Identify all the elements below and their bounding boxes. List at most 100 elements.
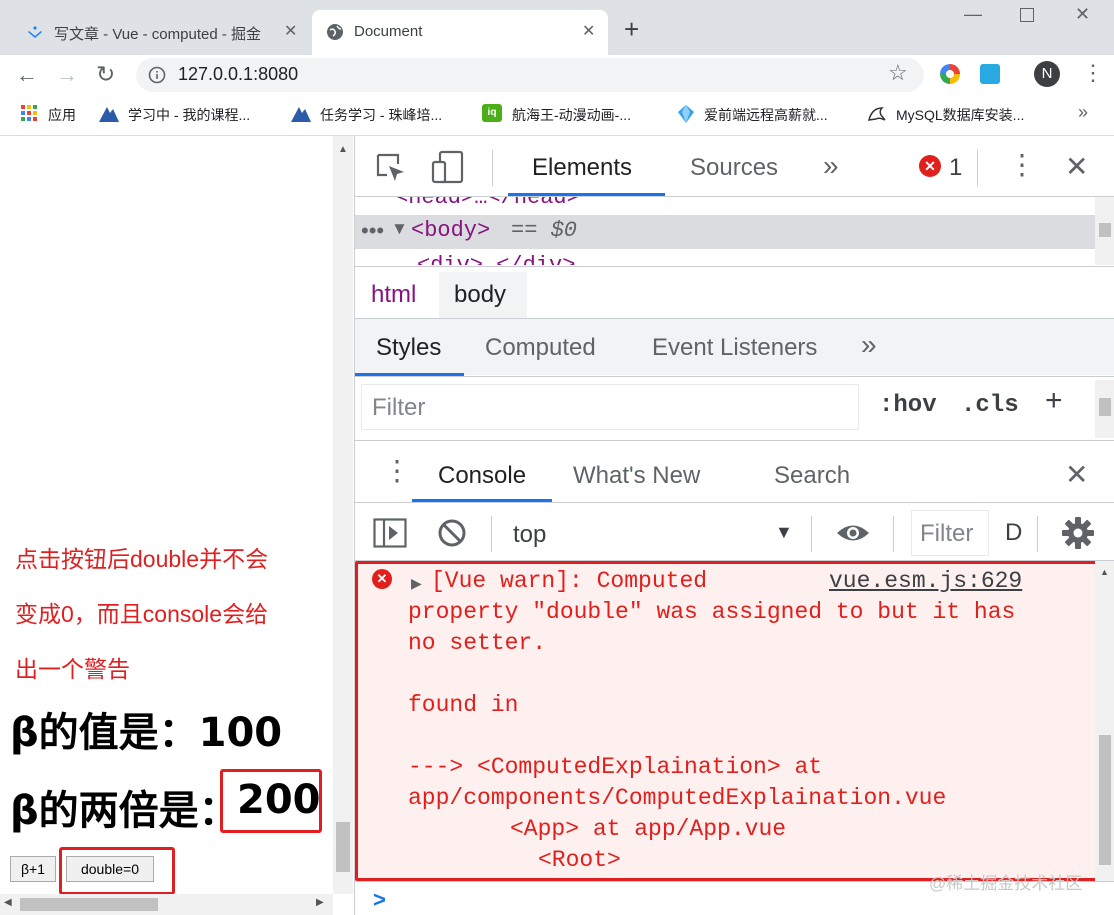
- back-icon[interactable]: ←: [16, 62, 38, 88]
- mountain-icon: [99, 107, 119, 122]
- new-style-rule-icon[interactable]: +: [1045, 384, 1063, 418]
- dom-tree: <head>…</head> ••• ▼ <body> == $0 <div>……: [355, 197, 1095, 265]
- expand-triangle-icon[interactable]: ▼: [391, 219, 408, 239]
- annotation-line-3: 出一个警告: [15, 656, 130, 682]
- console-filter-input[interactable]: Filter: [911, 510, 989, 556]
- console-trace-line: <App> at app/App.vue: [510, 816, 787, 842]
- tab-sources[interactable]: Sources: [690, 154, 778, 182]
- dropdown-arrow-icon: ▼: [775, 522, 793, 542]
- forward-icon[interactable]: →: [56, 62, 78, 88]
- console-message-line: no setter.: [408, 630, 547, 656]
- menu-icon[interactable]: ⋮: [1082, 60, 1104, 86]
- gear-icon[interactable]: [1061, 516, 1095, 550]
- maximize-button[interactable]: [1020, 8, 1034, 22]
- page-viewport: 点击按钮后double并不会 变成0，而且console会给 出一个警告 β的值…: [0, 136, 333, 895]
- source-link[interactable]: vue.esm.js:629: [829, 568, 1022, 594]
- reload-icon[interactable]: ↻: [96, 61, 115, 88]
- url-text[interactable]: 127.0.0.1:8080: [178, 64, 298, 85]
- console-trace-line: <Root>: [538, 847, 621, 873]
- error-icon[interactable]: ✕: [919, 155, 941, 177]
- tab-computed[interactable]: Computed: [485, 334, 596, 362]
- styles-filter-input[interactable]: Filter: [361, 384, 859, 430]
- mountain-icon: [291, 107, 311, 122]
- bookmark-item[interactable]: MySQL数据库安装...: [896, 105, 1024, 125]
- scroll-thumb[interactable]: [20, 898, 158, 911]
- annotation-line-1: 点击按钮后double并不会: [15, 546, 269, 572]
- window-close-button[interactable]: ✕: [1075, 4, 1090, 25]
- bookmark-item[interactable]: 航海王-动漫动画-...: [512, 105, 631, 125]
- watermark: @稀土掘金技术社区: [929, 874, 1083, 893]
- star-icon[interactable]: ☆: [888, 60, 908, 86]
- console-sidebar-icon[interactable]: [373, 518, 407, 548]
- tab-strip: 写文章 - Vue - computed - 掘金 ✕ Document ✕ +…: [0, 0, 1114, 55]
- close-icon[interactable]: ✕: [582, 21, 595, 41]
- close-icon[interactable]: ✕: [284, 21, 297, 41]
- devtools-menu-icon[interactable]: ⋮: [1008, 148, 1036, 181]
- dom-node-head[interactable]: <head>…</head>: [395, 197, 580, 210]
- more-tabs-icon[interactable]: »: [823, 150, 839, 182]
- beta-value-heading: β的值是：100: [10, 700, 282, 758]
- console-message-line: property "double" was assigned to but it…: [408, 599, 1016, 625]
- page-vertical-scrollbar[interactable]: ▲: [333, 136, 353, 894]
- console-trace-line: app/components/ComputedExplaination.vue: [408, 785, 947, 811]
- address-bar[interactable]: 127.0.0.1:8080 ☆: [136, 58, 924, 92]
- dom-scrollbar[interactable]: [1095, 197, 1114, 265]
- drawer-menu-icon[interactable]: ⋮: [383, 454, 411, 487]
- styles-scrollbar[interactable]: [1095, 380, 1114, 438]
- tab-document[interactable]: Document ✕: [312, 10, 608, 55]
- extension-window-icon[interactable]: [980, 64, 1000, 84]
- error-count[interactable]: 1: [949, 154, 962, 182]
- context-selector[interactable]: top ▼: [501, 514, 797, 554]
- double-value-highlight: 200: [220, 769, 322, 833]
- more-tabs-icon[interactable]: »: [861, 329, 877, 361]
- expand-triangle-icon[interactable]: ▶: [411, 575, 422, 592]
- tab-console[interactable]: Console: [438, 462, 526, 490]
- tab-juejin[interactable]: 写文章 - Vue - computed - 掘金 ✕: [8, 10, 308, 55]
- hov-toggle[interactable]: :hov: [879, 392, 937, 419]
- tab-search[interactable]: Search: [774, 462, 850, 490]
- tab-whats-new[interactable]: What's New: [573, 462, 700, 490]
- bookmark-apps[interactable]: 应用: [48, 105, 76, 125]
- bookmark-item[interactable]: 任务学习 - 珠峰培...: [320, 105, 442, 125]
- devtools-panel: Elements Sources » ✕ 1 ⋮ ✕ <head>…</head…: [354, 136, 1114, 915]
- set-double-button[interactable]: double=0: [66, 856, 154, 882]
- live-expression-eye-icon[interactable]: [835, 520, 871, 546]
- page-horizontal-scrollbar[interactable]: ◀ ▶: [0, 894, 333, 915]
- clear-console-icon[interactable]: [437, 518, 467, 548]
- dolphin-icon: [868, 107, 886, 121]
- minimize-button[interactable]: —: [964, 4, 982, 25]
- devtools-close-icon[interactable]: ✕: [1065, 150, 1088, 183]
- scroll-thumb[interactable]: [1099, 735, 1111, 865]
- iqiyi-icon: iq: [482, 104, 502, 122]
- tab-styles[interactable]: Styles: [376, 334, 441, 362]
- default-levels-dropdown[interactable]: D: [1005, 519, 1022, 547]
- inspect-element-icon[interactable]: [375, 152, 407, 184]
- juejin-icon: [28, 26, 42, 38]
- bookmark-item[interactable]: 学习中 - 我的课程...: [128, 105, 250, 125]
- error-icon: ✕: [372, 569, 392, 589]
- increment-button[interactable]: β+1: [10, 856, 56, 882]
- annotation-line-2: 变成0，而且console会给: [15, 601, 269, 627]
- info-icon[interactable]: [148, 66, 166, 84]
- profile-avatar[interactable]: N: [1034, 61, 1060, 87]
- console-trace-line: ---> <ComputedExplaination> at: [408, 754, 823, 780]
- cls-toggle[interactable]: .cls: [961, 392, 1019, 419]
- breadcrumb-html[interactable]: html: [371, 281, 416, 309]
- dom-node-body[interactable]: ••• ▼ <body> == $0: [355, 215, 1095, 249]
- console-message-line: [Vue warn]: Computed: [431, 568, 708, 594]
- breadcrumb-body[interactable]: body: [454, 281, 506, 309]
- tab-event-listeners[interactable]: Event Listeners: [652, 334, 817, 362]
- bookmarks-overflow-icon[interactable]: »: [1078, 102, 1088, 123]
- scroll-thumb[interactable]: [336, 822, 350, 872]
- tab-title: Document: [354, 23, 423, 40]
- drawer-close-icon[interactable]: ✕: [1065, 458, 1088, 491]
- console-prompt[interactable]: >: [373, 887, 386, 913]
- console-scrollbar[interactable]: ▲: [1095, 561, 1114, 881]
- tab-elements[interactable]: Elements: [532, 154, 632, 182]
- double-value: 200: [237, 777, 321, 823]
- bookmark-item[interactable]: 爱前端远程高薪就...: [704, 105, 828, 125]
- device-toolbar-icon[interactable]: [431, 150, 465, 184]
- globe-icon: [327, 24, 343, 40]
- new-tab-button[interactable]: +: [624, 14, 639, 45]
- dom-node-div[interactable]: <div>…</div>: [417, 253, 575, 265]
